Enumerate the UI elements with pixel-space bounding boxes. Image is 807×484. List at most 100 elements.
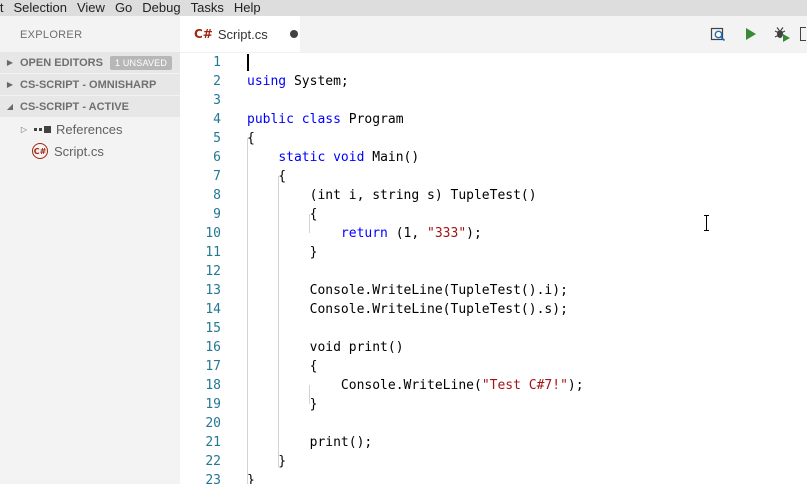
menu-item[interactable]: View <box>72 0 110 16</box>
code-line[interactable]: 8 (int i, string s) TupleTest() <box>180 186 807 205</box>
keyword-token: using <box>247 74 287 89</box>
line-number: 21 <box>205 435 221 450</box>
code-line[interactable]: 16 void print() <box>180 338 807 357</box>
code-editor[interactable]: 1 2 using System; 3 4 public class Program 5{6… <box>180 52 807 484</box>
code-line[interactable]: 14 Console.WriteLine(TupleTest().s); <box>180 300 807 319</box>
code-line[interactable]: 10 return (1, "333"); <box>180 224 807 243</box>
code-line[interactable]: 9 { <box>180 205 807 224</box>
line-number: 6 <box>213 150 221 165</box>
code-token: System; <box>286 74 349 89</box>
split-editor-icon[interactable] <box>799 16 807 52</box>
code-line[interactable]: 1 <box>180 53 807 72</box>
unsaved-dot-icon[interactable] <box>289 30 298 38</box>
line-number: 22 <box>205 454 221 469</box>
section-label: CS-SCRIPT - OMNISHARP <box>20 78 157 91</box>
line-number: 17 <box>205 359 221 374</box>
menu-item[interactable]: Go <box>110 0 137 16</box>
code-line[interactable]: 15 <box>180 319 807 338</box>
menu-item[interactable]: Debug <box>137 0 185 16</box>
code-text: using System; <box>247 72 349 91</box>
line-number: 8 <box>213 188 221 203</box>
code-token: { <box>247 207 318 222</box>
line-number: 1 <box>213 55 221 70</box>
line-number: 19 <box>205 397 221 412</box>
code-line[interactable]: 12 <box>180 262 807 281</box>
chevron-right-icon: ▶ <box>6 58 14 67</box>
line-number: 13 <box>205 283 221 298</box>
line-number: 16 <box>205 340 221 355</box>
section-active[interactable]: ◢ CS-SCRIPT - ACTIVE <box>0 96 180 118</box>
code-text: return (1, "333"); <box>247 224 482 243</box>
code-text: } <box>247 452 286 471</box>
tab-label: Script.cs <box>217 26 268 42</box>
code-token: } <box>247 473 255 484</box>
code-line[interactable]: 20 <box>180 414 807 433</box>
code-token: print(); <box>247 435 373 450</box>
section-label: CS-SCRIPT - ACTIVE <box>20 100 129 113</box>
string-token: "Test C#7!" <box>481 378 568 393</box>
code-line[interactable]: 23} <box>180 471 807 484</box>
menu-item[interactable]: Tasks <box>186 0 229 16</box>
code-token: Console.WriteLine( <box>247 378 482 393</box>
unsaved-badge: 1 UNSAVED <box>109 55 173 70</box>
tree-item-label: References <box>56 121 123 137</box>
code-token: } <box>247 454 287 469</box>
search-in-file-icon[interactable] <box>705 16 731 52</box>
line-number: 15 <box>205 321 221 336</box>
menu-item[interactable]: Selection <box>9 0 72 16</box>
line-number: 12 <box>205 264 221 279</box>
code-line[interactable]: 22 } <box>180 452 807 471</box>
section-open-editors[interactable]: ▶ OPEN EDITORS 1 UNSAVED <box>0 52 180 74</box>
tree-item-label: Script.cs <box>54 143 104 159</box>
code-token: Main() <box>364 150 420 165</box>
debug-icon[interactable] <box>769 16 795 52</box>
code-text: { <box>247 167 286 186</box>
code-line[interactable]: 11 } <box>180 243 807 262</box>
menu-item[interactable]: Help <box>229 0 266 16</box>
sidebar-title: EXPLORER <box>20 29 83 41</box>
chevron-right-icon: ▷ <box>20 124 28 134</box>
keyword-token: class <box>301 112 341 127</box>
section-omnisharp[interactable]: ▶ CS-SCRIPT - OMNISHARP <box>0 74 180 96</box>
code-line[interactable]: 7 { <box>180 167 807 186</box>
csharp-file-icon: C# <box>194 27 213 41</box>
code-text: static void Main() <box>247 148 419 167</box>
keyword-token: public <box>247 112 294 127</box>
tab-script-cs[interactable]: C# Script.cs <box>180 16 300 52</box>
string-token: "333" <box>427 226 467 241</box>
menu-item[interactable]: it <box>0 0 9 16</box>
code-line[interactable]: 13 Console.WriteLine(TupleTest().i); <box>180 281 807 300</box>
code-line[interactable]: 21 print(); <box>180 433 807 452</box>
code-text: } <box>247 243 318 262</box>
code-line[interactable]: 2 using System; <box>180 72 807 91</box>
code-token: Program <box>340 112 404 127</box>
tree-item-references[interactable]: ▷ References <box>0 118 180 140</box>
code-line[interactable]: 6 static void Main() <box>180 148 807 167</box>
line-number: 14 <box>205 302 221 317</box>
code-line[interactable]: 19 } <box>180 395 807 414</box>
code-token: { <box>247 359 318 374</box>
line-number: 5 <box>213 131 221 146</box>
code-text: Console.WriteLine("Test C#7!"); <box>247 376 584 395</box>
code-token: void print() <box>247 340 404 355</box>
run-icon[interactable] <box>737 16 763 52</box>
code-token: } <box>247 397 318 412</box>
code-line[interactable]: 5{ <box>180 129 807 148</box>
code-text: Console.WriteLine(TupleTest().i); <box>247 281 568 300</box>
code-line[interactable]: 17 { <box>180 357 807 376</box>
line-number: 20 <box>205 416 221 431</box>
code-line[interactable]: 3 <box>180 91 807 110</box>
menu-bar: itSelectionViewGoDebugTasksHelp <box>0 0 807 16</box>
code-line[interactable]: 4 public class Program <box>180 110 807 129</box>
code-line[interactable]: 18 Console.WriteLine("Test C#7!"); <box>180 376 807 395</box>
line-number: 23 <box>205 473 221 484</box>
tree-item-script[interactable]: C# Script.cs <box>0 140 180 162</box>
code-token: { <box>247 131 255 146</box>
code-token: ); <box>567 378 584 393</box>
line-number: 18 <box>205 378 221 393</box>
references-icon <box>34 125 52 133</box>
line-number: 9 <box>213 207 221 222</box>
